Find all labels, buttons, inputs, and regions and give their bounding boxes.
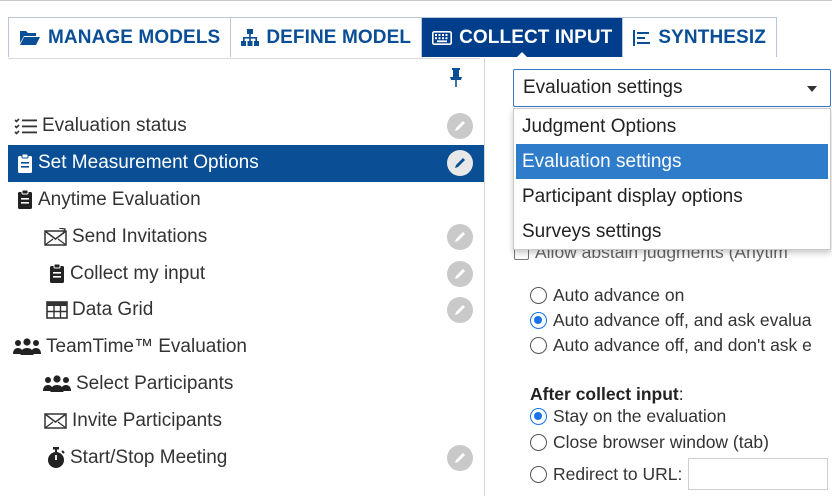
after-collect-heading-text: After collect input: [530, 384, 679, 404]
radio-button[interactable]: [530, 287, 547, 304]
nav-tree: Evaluation status Set Measurement Option…: [0, 108, 484, 476]
sidebar-item-label: Start/Stop Meeting: [70, 446, 228, 468]
keyboard-icon: [432, 30, 453, 45]
radio-auto-advance-on[interactable]: Auto advance on: [530, 285, 684, 306]
tab-manage-models-label: MANAGE MODELS: [48, 26, 221, 48]
radio-button[interactable]: [530, 408, 547, 425]
sidebar-item-label: Collect my input: [70, 262, 206, 284]
tab-define-model-label: DEFINE MODEL: [266, 26, 412, 48]
sidebar-item-anytime-evaluation[interactable]: Anytime Evaluation: [0, 182, 484, 219]
users-icon: [12, 338, 42, 356]
sidebar-item-label: Data Grid: [72, 299, 154, 321]
edit-badge-icon[interactable]: [447, 260, 473, 287]
sidebar-item-evaluation-status[interactable]: Evaluation status: [0, 108, 484, 145]
folder-open-icon: [19, 29, 41, 46]
radio-auto-advance-off-ask[interactable]: Auto advance off, and ask evalua: [530, 310, 811, 331]
tab-synthesize[interactable]: SYNTHESIZ: [623, 18, 776, 57]
sidebar-item-invite-participants[interactable]: Invite Participants: [0, 402, 484, 439]
panel-divider: [8, 58, 480, 59]
radio-label: Stay on the evaluation: [553, 406, 727, 426]
sidebar-item-label: TeamTime™ Evaluation: [46, 336, 247, 358]
menu-item-judgment-options[interactable]: Judgment Options: [514, 109, 830, 144]
table-icon: [46, 301, 68, 320]
sidebar-item-label: Select Participants: [76, 372, 234, 394]
sidebar-item-label: Anytime Evaluation: [38, 188, 201, 210]
clipboard-icon: [48, 263, 66, 284]
radio-label: Auto advance off, and don't ask e: [553, 335, 812, 355]
after-collect-heading-suffix: :: [678, 384, 684, 404]
tab-collect-input-label: COLLECT INPUT: [459, 26, 613, 48]
tab-synthesize-label: SYNTHESIZ: [658, 26, 766, 48]
edit-badge-icon[interactable]: [447, 297, 473, 324]
sidebar-item-set-measurement-options[interactable]: Set Measurement Options: [8, 144, 484, 182]
edit-badge-icon[interactable]: [447, 444, 473, 471]
radio-auto-advance-off-no-ask[interactable]: Auto advance off, and don't ask e: [530, 335, 812, 356]
redirect-url-input[interactable]: [688, 458, 829, 490]
chevron-down-icon[interactable]: [807, 86, 817, 92]
edit-badge-icon[interactable]: [447, 223, 473, 250]
radio-close-browser-window[interactable]: Close browser window (tab): [530, 432, 769, 453]
sidebar-item-data-grid[interactable]: Data Grid: [0, 292, 484, 329]
tab-strip: MANAGE MODELS DEFINE MODEL COLLECT INPUT…: [8, 17, 777, 57]
hierarchy-icon: [241, 29, 260, 46]
tab-collect-input[interactable]: COLLECT INPUT: [422, 18, 624, 57]
users-icon: [42, 375, 72, 393]
align-left-icon: [633, 29, 651, 46]
sidebar-item-label: Invite Participants: [72, 409, 222, 431]
settings-panel: Evaluation settings Judgment Options Eva…: [486, 58, 832, 496]
radio-button[interactable]: [530, 312, 547, 329]
sidebar-item-select-participants[interactable]: Select Participants: [0, 366, 484, 403]
radio-label: Close browser window (tab): [553, 432, 769, 452]
radio-label: Auto advance on: [553, 285, 685, 305]
sidebar-item-label: Set Measurement Options: [38, 152, 259, 174]
envelope-icon: [44, 412, 68, 430]
menu-item-participant-display-options[interactable]: Participant display options: [514, 179, 830, 214]
sidebar-item-start-stop-meeting[interactable]: Start/Stop Meeting: [0, 439, 484, 476]
radio-button[interactable]: [530, 465, 547, 483]
checklist-icon: [14, 117, 38, 136]
clipboard-icon: [16, 189, 34, 210]
radio-redirect-to-url[interactable]: Redirect to URL:: [530, 458, 829, 490]
tab-define-model[interactable]: DEFINE MODEL: [231, 18, 423, 57]
menu-item-surveys-settings[interactable]: Surveys settings: [514, 214, 830, 249]
radio-button[interactable]: [530, 337, 547, 354]
stopwatch-icon: [46, 446, 66, 469]
main-tab-bar: MANAGE MODELS DEFINE MODEL COLLECT INPUT…: [0, 0, 832, 58]
edit-badge-icon[interactable]: [447, 150, 473, 177]
sidebar-item-send-invitations[interactable]: Send Invitations: [0, 218, 484, 255]
after-collect-heading: After collect input:: [530, 384, 684, 405]
envelope-send-icon: [44, 227, 68, 246]
left-nav-panel: Evaluation status Set Measurement Option…: [0, 58, 485, 496]
radio-label: Redirect to URL:: [553, 463, 683, 484]
settings-category-select[interactable]: Evaluation settings: [513, 69, 831, 107]
tab-manage-models[interactable]: MANAGE MODELS: [9, 18, 232, 57]
sidebar-item-label: Evaluation status: [42, 115, 187, 137]
pin-icon[interactable]: [449, 68, 463, 88]
settings-category-menu: Judgment Options Evaluation settings Par…: [513, 108, 831, 250]
clipboard-icon: [16, 153, 34, 174]
sidebar-item-collect-my-input[interactable]: Collect my input: [0, 255, 484, 292]
settings-category-value: Evaluation settings: [523, 77, 683, 98]
radio-button[interactable]: [530, 434, 547, 451]
radio-stay-on-evaluation[interactable]: Stay on the evaluation: [530, 406, 726, 427]
sidebar-item-label: Send Invitations: [72, 225, 208, 247]
radio-label: Auto advance off, and ask evalua: [553, 310, 812, 330]
menu-item-evaluation-settings[interactable]: Evaluation settings: [516, 144, 828, 179]
edit-badge-icon[interactable]: [447, 113, 473, 140]
sidebar-item-teamtime-evaluation[interactable]: TeamTime™ Evaluation: [0, 329, 484, 366]
